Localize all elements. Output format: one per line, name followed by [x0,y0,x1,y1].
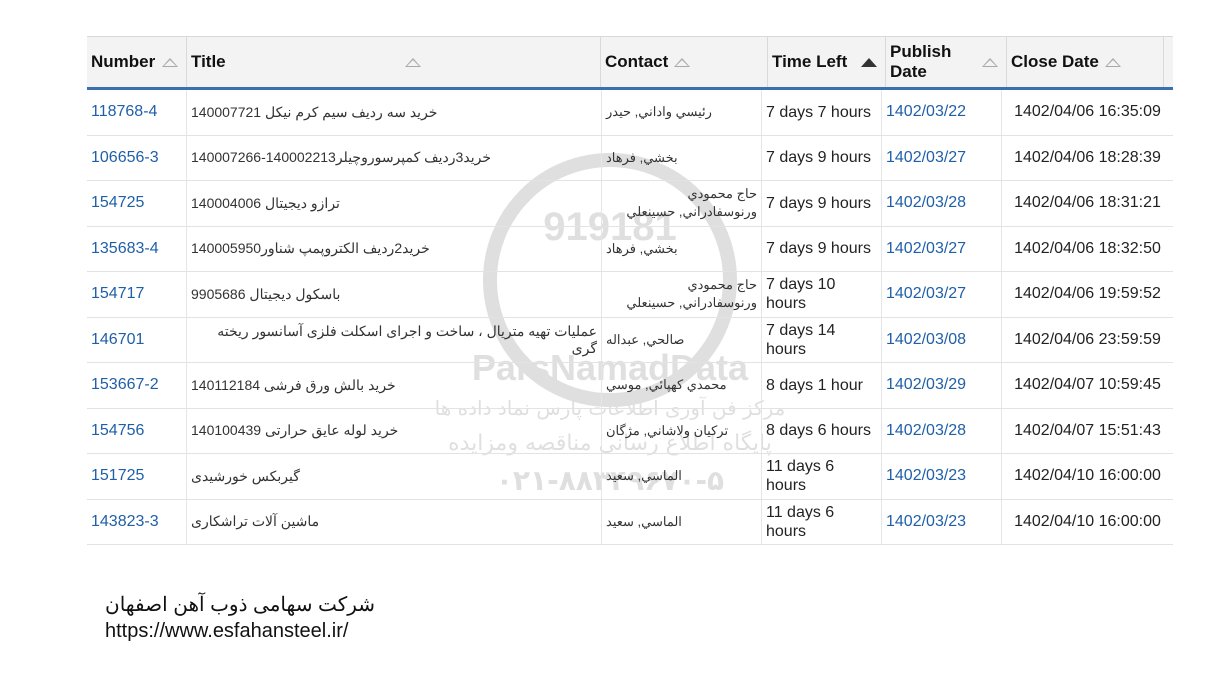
table-row[interactable]: 143823-3 ماشین آلات تراشکاری الماسي, سعي… [87,499,1173,545]
cell-title: ترازو دیجیتال 140004006 [187,181,602,226]
table-row[interactable]: 153667-2 خرید بالش ورق فرشی 140112184 مح… [87,363,1173,409]
cell-number-link[interactable]: 154725 [87,181,187,226]
cell-close-date: 1402/04/06 18:28:39 [1014,148,1161,166]
cell-contact: ترکيان ولاشاني, مژگان [602,408,762,453]
table-row[interactable]: 151725 گیربکس خورشیدی الماسي, سعيد 11 da… [87,454,1173,500]
cell-number-link[interactable]: 154717 [87,272,187,317]
cell-contact: بخشي, فرهاد [602,135,762,180]
grid-body: 118768-4 خرید سه ردیف سیم کرم نیکل 14000… [87,90,1173,545]
cell-publish-date-link[interactable]: 1402/03/27 [882,226,1002,271]
cell-number-link[interactable]: 154756 [87,408,187,453]
column-header-contact[interactable]: Contact [601,37,768,87]
cell-title: عملیات تهیه متریال ، ساخت و اجرای اسکلت … [187,317,602,362]
sort-arrow-icon [404,57,421,67]
cell-contact: حاج محمودي ورنوسفادراني, حسينعلي [602,181,762,226]
tender-grid: Number Title Contact Time Left Publish D… [87,36,1173,545]
cell-close-date: 1402/04/06 18:31:21 [1014,194,1161,212]
column-header-publish-date[interactable]: Publish Date [886,37,1007,87]
cell-title: خرید3ردیف کمپرسوروچیلر140002213-14000726… [187,135,602,180]
cell-time-left: 11 days 6 hours [762,454,882,499]
cell-title: گیربکس خورشیدی [187,454,602,499]
sort-ascending-icon [861,57,877,67]
cell-publish-date-link[interactable]: 1402/03/23 [882,454,1002,499]
cell-close-date: 1402/04/06 19:59:52 [1014,285,1161,303]
table-row[interactable]: 154725 ترازو دیجیتال 140004006 حاج محمود… [87,181,1173,227]
cell-contact: رئيسي واداني, حيدر [602,90,762,135]
cell-number-link[interactable]: 118768-4 [87,90,187,135]
cell-title: خرید لوله عایق حرارتی 140100439 [187,408,602,453]
cell-number-link[interactable]: 151725 [87,454,187,499]
cell-contact: حاج محمودي ورنوسفادراني, حسينعلي [602,272,762,317]
cell-close-date: 1402/04/06 16:35:09 [1014,103,1161,121]
table-row[interactable]: 118768-4 خرید سه ردیف سیم کرم نیکل 14000… [87,90,1173,136]
cell-number-link[interactable]: 143823-3 [87,499,187,544]
cell-close-date: 1402/04/06 23:59:59 [1014,330,1161,348]
sort-arrow-icon [982,57,998,67]
cell-title: ماشین آلات تراشکاری [187,499,602,544]
column-header-number[interactable]: Number [87,37,187,87]
cell-close-date: 1402/04/07 15:51:43 [1014,421,1161,439]
cell-contact: محمدي کهپائي, موسي [602,363,762,408]
cell-time-left: 7 days 7 hours [762,90,882,135]
cell-time-left: 11 days 6 hours [762,499,882,544]
cell-title: باسکول دیجیتال 9905686 [187,272,602,317]
cell-close-date: 1402/04/06 18:32:50 [1014,239,1161,257]
cell-title: خرید بالش ورق فرشی 140112184 [187,363,602,408]
cell-time-left: 8 days 6 hours [762,408,882,453]
cell-publish-date-link[interactable]: 1402/03/28 [882,408,1002,453]
column-header-close-date[interactable]: Close Date [1007,37,1164,87]
table-row[interactable]: 146701 عملیات تهیه متریال ، ساخت و اجرای… [87,317,1173,363]
cell-close-date: 1402/04/07 10:59:45 [1014,376,1161,394]
cell-publish-date-link[interactable]: 1402/03/27 [882,272,1002,317]
cell-time-left: 7 days 9 hours [762,181,882,226]
cell-number-link[interactable]: 153667-2 [87,363,187,408]
cell-number-link[interactable]: 135683-4 [87,226,187,271]
cell-publish-date-link[interactable]: 1402/03/22 [882,90,1002,135]
cell-title: خرید سه ردیف سیم کرم نیکل 140007721 [187,90,602,135]
cell-contact: بخشي, فرهاد [602,226,762,271]
company-name: شرکت سهامی ذوب آهن اصفهان [105,594,376,616]
sort-arrow-icon [674,57,691,67]
cell-publish-date-link[interactable]: 1402/03/28 [882,181,1002,226]
footer: شرکت سهامی ذوب آهن اصفهان https://www.es… [105,592,375,644]
company-url[interactable]: https://www.esfahansteel.ir/ [105,618,375,644]
cell-time-left: 7 days 9 hours [762,226,882,271]
cell-close-date: 1402/04/10 16:00:00 [1014,467,1161,485]
cell-contact: صالحي, عبداله [602,317,762,362]
grid-header: Number Title Contact Time Left Publish D… [87,36,1173,90]
cell-time-left: 7 days 14 hours [762,317,882,362]
cell-contact: الماسي, سعيد [602,454,762,499]
table-row[interactable]: 135683-4 خرید2ردیف الکتروپمپ شناور140005… [87,226,1173,272]
cell-title: خرید2ردیف الکتروپمپ شناور140005950 [187,226,602,271]
cell-close-date: 1402/04/10 16:00:00 [1014,512,1161,530]
column-header-extra [1164,37,1173,87]
table-row[interactable]: 106656-3 خرید3ردیف کمپرسوروچیلر140002213… [87,135,1173,181]
cell-publish-date-link[interactable]: 1402/03/27 [882,135,1002,180]
table-row[interactable]: 154756 خرید لوله عایق حرارتی 140100439 ت… [87,408,1173,454]
cell-time-left: 8 days 1 hour [762,363,882,408]
cell-time-left: 7 days 10 hours [762,272,882,317]
cell-contact: الماسي, سعيد [602,499,762,544]
cell-publish-date-link[interactable]: 1402/03/23 [882,499,1002,544]
column-header-title[interactable]: Title [187,37,601,87]
cell-number-link[interactable]: 146701 [87,317,187,362]
sort-arrow-icon [162,57,178,67]
cell-number-link[interactable]: 106656-3 [87,135,187,180]
cell-time-left: 7 days 9 hours [762,135,882,180]
table-row[interactable]: 154717 باسکول دیجیتال 9905686 حاج محمودي… [87,272,1173,318]
sort-arrow-icon [1104,57,1121,67]
cell-publish-date-link[interactable]: 1402/03/08 [882,317,1002,362]
cell-publish-date-link[interactable]: 1402/03/29 [882,363,1002,408]
column-header-time-left[interactable]: Time Left [768,37,886,87]
